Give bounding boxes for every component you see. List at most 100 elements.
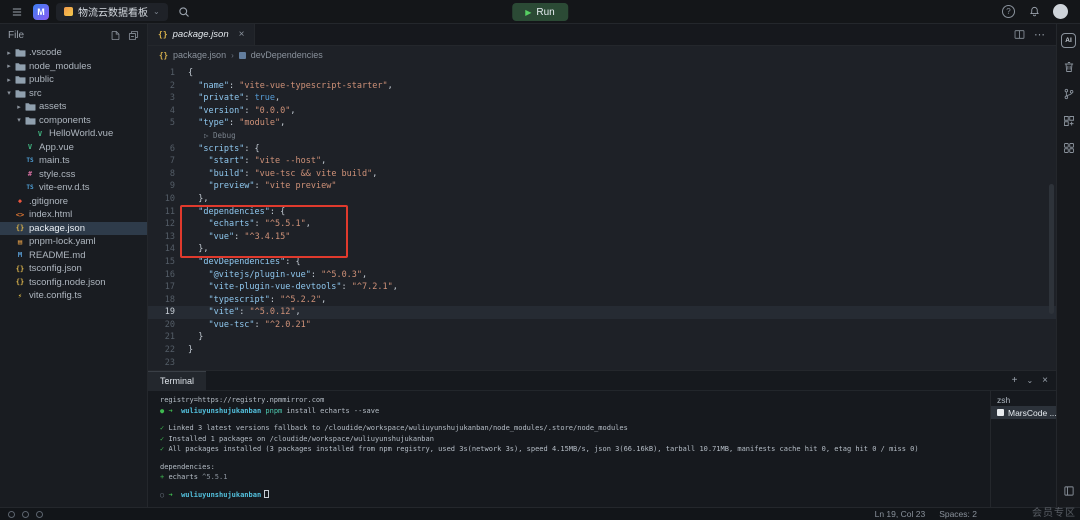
tree-item-vite.config.ts[interactable]: ⚡ vite.config.ts [0, 289, 147, 303]
code-area[interactable]: 1{2 "name": "vite-vue-typescript-starter… [148, 64, 1056, 370]
code-line-10[interactable]: 10 }, [148, 193, 1056, 206]
new-terminal-icon[interactable]: + [1012, 375, 1018, 386]
breadcrumb-symbol[interactable]: devDependencies [251, 50, 323, 60]
git-file-icon: ◆ [17, 197, 23, 206]
tab-terminal[interactable]: Terminal [148, 370, 207, 391]
notifications-bell-icon[interactable] [1025, 3, 1043, 21]
run-button[interactable]: ▶ Run [512, 3, 568, 21]
ai-assistant-icon[interactable]: AI [1061, 32, 1077, 48]
project-switcher[interactable]: 物流云数据看板 ⌄ [56, 2, 168, 21]
tree-item-tsconfig.json[interactable]: {} tsconfig.json [0, 262, 147, 276]
code-text: }, [188, 193, 209, 204]
user-avatar[interactable] [1053, 4, 1068, 19]
tree-item-vite-env.d.ts[interactable]: TS vite-env.d.ts [0, 181, 147, 195]
code-text: "start": "vite --host", [208, 156, 327, 167]
collapse-all-icon[interactable] [128, 30, 139, 41]
indent-setting[interactable]: Spaces: 2 [939, 509, 977, 519]
code-line-19[interactable]: 19 "vite": "^5.0.12", [148, 306, 1056, 319]
file-name: index.html [29, 209, 73, 221]
close-panel-icon[interactable]: × [1042, 375, 1048, 386]
split-editor-icon[interactable] [1014, 29, 1025, 40]
code-line-11[interactable]: 11 "dependencies": { [148, 206, 1056, 219]
tree-item-HelloWorld.vue[interactable]: V HelloWorld.vue [0, 127, 147, 141]
line-number: 5 [169, 118, 175, 129]
code-line-23[interactable]: 23 [148, 357, 1056, 370]
code-text: } [188, 332, 204, 343]
code-line-13[interactable]: 13 "vue": "^3.4.15" [148, 231, 1056, 244]
tree-item-public[interactable]: ▸ public [0, 73, 147, 87]
code-lines: 1{2 "name": "vite-vue-typescript-starter… [148, 67, 1056, 369]
terminal-header: Terminal + ⌄ × [148, 370, 1056, 391]
statusbar-icon-2[interactable] [22, 510, 29, 518]
code-text: "@vitejs/plugin-vue": "^5.0.3", [208, 269, 368, 280]
line-number: 18 [164, 294, 175, 305]
terminal-output[interactable]: registry=https://registry.npmmirror.com ●… [148, 391, 990, 507]
code-line-8[interactable]: 8 "build": "vue-tsc && vite build", [148, 168, 1056, 181]
code-text: "build": "vue-tsc && vite build", [208, 168, 378, 179]
tree-item-.vscode[interactable]: ▸ .vscode [0, 46, 147, 60]
tree-item-assets[interactable]: ▸ assets [0, 100, 147, 114]
code-line-22[interactable]: 22} [148, 344, 1056, 357]
code-line-3[interactable]: 3 "private": true, [148, 92, 1056, 105]
tab-package-json[interactable]: {} package.json × [148, 24, 256, 45]
code-line-6[interactable]: 6 "scripts": { [148, 143, 1056, 156]
help-icon[interactable]: ? [1002, 5, 1015, 18]
code-line-5[interactable]: 5 "type": "module", [148, 117, 1056, 130]
line-number: 19 [164, 307, 175, 318]
terminal-dropdown-icon[interactable]: ⌄ [1026, 376, 1033, 385]
code-line-7[interactable]: 7 "start": "vite --host", [148, 155, 1056, 168]
cursor-position[interactable]: Ln 19, Col 23 [875, 509, 926, 519]
terminal-session-marscode-[interactable]: MarsCode ... [991, 406, 1056, 419]
statusbar-icon-1[interactable] [8, 510, 15, 518]
trash-icon[interactable] [1061, 59, 1077, 75]
code-line-4[interactable]: 4 "version": "0.0.0", [148, 105, 1056, 118]
search-icon[interactable] [175, 3, 193, 21]
css-file-icon: # [27, 170, 33, 179]
code-line-2[interactable]: 2 "name": "vite-vue-typescript-starter", [148, 80, 1056, 93]
more-actions-icon[interactable]: ⋯ [1034, 28, 1046, 41]
yaml-file-icon: ▤ [17, 237, 23, 246]
editor-scrollbar[interactable] [1049, 184, 1054, 314]
tree-item-package.json[interactable]: {} package.json [0, 221, 147, 235]
code-line-21[interactable]: 21 } [148, 331, 1056, 344]
code-line-15[interactable]: 15 "devDependencies": { [148, 256, 1056, 269]
code-line-14[interactable]: 14 }, [148, 243, 1056, 256]
chevron-down-icon: ▾ [17, 117, 21, 125]
breadcrumb-file[interactable]: package.json [173, 50, 226, 60]
tree-item-index.html[interactable]: <> index.html [0, 208, 147, 222]
code-text: "private": true, [198, 93, 281, 104]
docs-book-icon[interactable] [1061, 483, 1077, 499]
line-number: 21 [164, 332, 175, 343]
new-file-icon[interactable] [110, 30, 121, 41]
tree-item-style.css[interactable]: # style.css [0, 168, 147, 182]
code-text: "vite-plugin-vue-devtools": "^7.2.1", [208, 282, 398, 293]
code-line-17[interactable]: 17 "vite-plugin-vue-devtools": "^7.2.1", [148, 281, 1056, 294]
file-name: pnpm-lock.yaml [29, 236, 96, 248]
tree-item-.gitignore[interactable]: ◆ .gitignore [0, 195, 147, 209]
chevron-right-icon: ▸ [7, 76, 11, 84]
terminal-panel: Terminal + ⌄ × registry=https://registry… [148, 370, 1056, 507]
tree-item-src[interactable]: ▾ src [0, 87, 147, 101]
source-control-icon[interactable] [1061, 86, 1077, 102]
codelens-debug[interactable]: ▷ Debug [148, 130, 1056, 143]
code-line-18[interactable]: 18 "typescript": "^5.2.2", [148, 294, 1056, 307]
close-icon[interactable]: × [239, 29, 245, 40]
extensions-icon[interactable] [1061, 113, 1077, 129]
code-line-1[interactable]: 1{ [148, 67, 1056, 80]
tree-item-README.md[interactable]: M README.md [0, 249, 147, 263]
code-line-20[interactable]: 20 "vue-tsc": "^2.0.21" [148, 319, 1056, 332]
tree-item-tsconfig.node.json[interactable]: {} tsconfig.node.json [0, 276, 147, 290]
tree-item-App.vue[interactable]: V App.vue [0, 141, 147, 155]
statusbar-icon-3[interactable] [36, 510, 43, 518]
code-line-12[interactable]: 12 "echarts": "^5.5.1", [148, 218, 1056, 231]
tree-item-components[interactable]: ▾ components [0, 114, 147, 128]
grid-dashboard-icon[interactable] [1061, 140, 1077, 156]
tree-item-node_modules[interactable]: ▸ node_modules [0, 60, 147, 74]
code-text: "vue-tsc": "^2.0.21" [208, 319, 311, 330]
tree-item-pnpm-lock.yaml[interactable]: ▤ pnpm-lock.yaml [0, 235, 147, 249]
tree-item-main.ts[interactable]: TS main.ts [0, 154, 147, 168]
code-line-9[interactable]: 9 "preview": "vite preview" [148, 180, 1056, 193]
code-line-16[interactable]: 16 "@vitejs/plugin-vue": "^5.0.3", [148, 269, 1056, 282]
app-menu-icon[interactable] [8, 3, 26, 21]
terminal-session-zsh[interactable]: zsh [991, 393, 1056, 406]
